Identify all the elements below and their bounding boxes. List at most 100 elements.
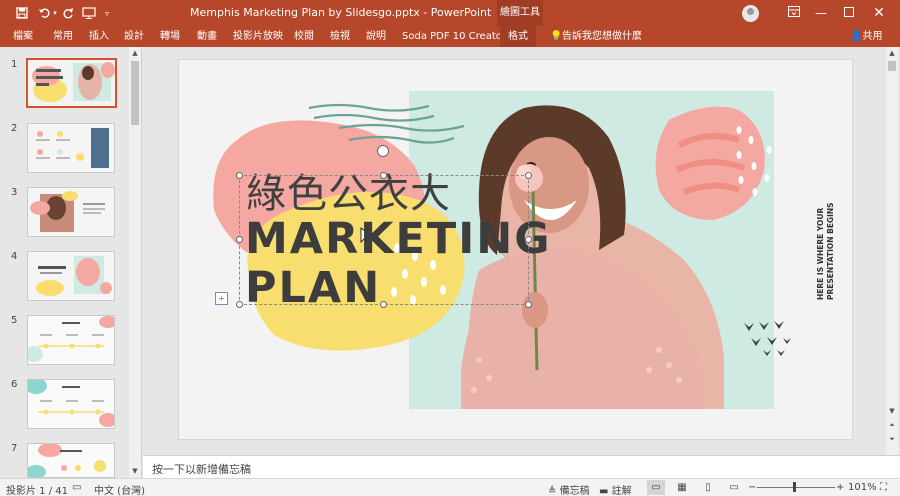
title-bar: ▾ ▿ Memphis Marketing Plan by Slidesgo.p…	[0, 0, 900, 26]
zoom-out-icon[interactable]: −	[748, 482, 756, 493]
next-slide-icon[interactable]: ⏷	[886, 433, 898, 445]
slide-thumbnail[interactable]	[26, 58, 117, 108]
resize-handle[interactable]	[236, 236, 243, 243]
previous-slide-icon[interactable]: ⏶	[886, 419, 898, 431]
resize-handle[interactable]	[525, 301, 532, 308]
thumbnail-number: 3	[11, 187, 18, 198]
thumbnail-item[interactable]: 3	[0, 177, 130, 237]
zoom-level[interactable]: 101%	[848, 482, 877, 493]
start-from-beginning-icon[interactable]	[80, 4, 98, 22]
resize-handle[interactable]	[236, 301, 243, 308]
scrollbar-thumb[interactable]	[131, 61, 139, 125]
scroll-up-icon[interactable]: ▲	[886, 47, 898, 59]
slide-1-preview	[28, 60, 115, 106]
slide-2-preview	[28, 124, 114, 172]
slide-editor: HERE IS WHERE YOUR PRESENTATION BEGINS 綠…	[143, 47, 898, 455]
notes-icon: ≜	[548, 486, 557, 496]
thumbnail-item[interactable]: 4	[0, 241, 130, 301]
zoom-slider-knob[interactable]	[793, 482, 796, 492]
lightbulb-icon: 💡	[550, 31, 563, 42]
tab-design[interactable]: 設計	[124, 29, 144, 45]
zoom-slider[interactable]	[757, 487, 835, 488]
tab-help[interactable]: 說明	[366, 29, 386, 45]
tab-review[interactable]: 校閱	[294, 29, 314, 45]
editor-scrollbar[interactable]: ▲ ▼ ⏶ ⏷	[886, 47, 898, 455]
thumbnail-item[interactable]: 1	[0, 49, 130, 109]
person-icon: 👤	[850, 31, 863, 42]
ribbon-tabs: 檔案 常用 插入 設計 轉場 動畫 投影片放映 校閱 檢視 說明 Soda PD…	[0, 26, 900, 47]
tagline-line-1: HERE IS WHERE YOUR	[816, 207, 825, 300]
tell-me-search[interactable]: 💡告訴我您想做什麼	[550, 29, 642, 45]
normal-view-icon[interactable]: ▭	[647, 480, 665, 495]
maximize-icon[interactable]	[839, 4, 859, 22]
slide-sorter-view-icon[interactable]: ▦	[673, 480, 691, 495]
close-icon[interactable]: ✕	[869, 4, 889, 22]
undo-icon[interactable]	[36, 4, 52, 22]
tab-animations[interactable]: 動畫	[197, 29, 217, 45]
thumbnail-item[interactable]: 2	[0, 113, 130, 173]
tab-format[interactable]: 格式	[500, 26, 536, 47]
thumbnail-number: 7	[11, 443, 18, 454]
slide-show-view-icon[interactable]: ▭	[725, 480, 743, 495]
layout-options-icon[interactable]: ÷	[215, 292, 228, 305]
tagline-line-2: PRESENTATION BEGINS	[826, 202, 835, 300]
notes-toggle-button[interactable]: ≜ 備忘稿	[548, 482, 590, 496]
slide-3-preview	[28, 188, 114, 236]
resize-handle[interactable]	[380, 301, 387, 308]
thumbnail-number: 2	[11, 123, 18, 134]
tell-me-label: 告訴我您想做什麼	[562, 31, 642, 42]
resize-handle[interactable]	[525, 172, 532, 179]
title-selection-frame[interactable]	[239, 175, 529, 305]
ribbon-display-options-icon[interactable]	[784, 4, 804, 22]
drawing-tools-context-label: 繪圖工具	[497, 0, 543, 26]
scroll-down-icon[interactable]: ▼	[886, 405, 898, 417]
notes-toggle-label: 備忘稿	[559, 486, 590, 496]
resize-handle[interactable]	[236, 172, 243, 179]
tab-slide-show[interactable]: 投影片放映	[233, 29, 283, 45]
slide-thumbnail[interactable]	[27, 379, 115, 429]
scroll-down-icon[interactable]: ▼	[129, 465, 141, 477]
redo-icon[interactable]	[60, 4, 76, 22]
comment-icon: ▬	[599, 486, 609, 496]
current-slide[interactable]: HERE IS WHERE YOUR PRESENTATION BEGINS 綠…	[178, 59, 853, 440]
reading-view-icon[interactable]: ▯	[699, 480, 717, 495]
slide-thumbnail[interactable]	[27, 251, 115, 301]
tab-file[interactable]: 檔案	[13, 29, 33, 45]
resize-handle[interactable]	[525, 236, 532, 243]
thumbnail-number: 1	[11, 59, 18, 70]
resize-handle[interactable]	[380, 172, 387, 179]
tab-home[interactable]: 常用	[53, 29, 73, 45]
slide-thumbnail[interactable]	[27, 443, 115, 478]
notes-pane[interactable]: 按一下以新增備忘稿	[143, 455, 900, 478]
thumbnail-number: 6	[11, 379, 18, 390]
rotate-handle-icon[interactable]	[377, 145, 389, 157]
slide-thumbnail[interactable]	[27, 123, 115, 173]
tab-insert[interactable]: 插入	[89, 29, 109, 45]
spellcheck-icon[interactable]: ▭	[72, 482, 81, 493]
thumbnail-number: 5	[11, 315, 18, 326]
tab-soda-pdf[interactable]: Soda PDF 10 Creator	[402, 29, 506, 45]
share-button[interactable]: 👤共用	[850, 29, 882, 45]
slide-6-preview	[28, 380, 114, 428]
account-avatar[interactable]	[742, 5, 759, 22]
slide-thumbnail[interactable]	[27, 315, 115, 365]
slide-thumbnail[interactable]	[27, 187, 115, 237]
scroll-up-icon[interactable]: ▲	[129, 47, 141, 59]
thumbnail-item[interactable]: 5	[0, 305, 130, 365]
save-icon[interactable]	[12, 4, 32, 22]
tab-view[interactable]: 檢視	[330, 29, 350, 45]
comments-toggle-button[interactable]: ▬ 註解	[599, 482, 632, 496]
minimize-icon[interactable]: —	[811, 4, 831, 22]
zoom-in-icon[interactable]: +	[836, 482, 844, 493]
language-indicator[interactable]: 中文 (台灣)	[94, 482, 145, 496]
slide-7-preview	[28, 444, 114, 477]
share-label: 共用	[862, 31, 883, 42]
fit-slide-icon[interactable]: ⛶	[880, 482, 887, 493]
thumbnail-item[interactable]: 6	[0, 369, 130, 429]
slide-4-preview	[28, 252, 114, 300]
undo-dropdown-icon[interactable]: ▾	[51, 4, 59, 22]
thumbnail-scrollbar[interactable]: ▲ ▼	[129, 47, 141, 478]
scrollbar-thumb[interactable]	[888, 61, 896, 71]
tab-transitions[interactable]: 轉場	[160, 29, 180, 45]
customize-quick-access-icon[interactable]: ▿	[102, 4, 112, 22]
